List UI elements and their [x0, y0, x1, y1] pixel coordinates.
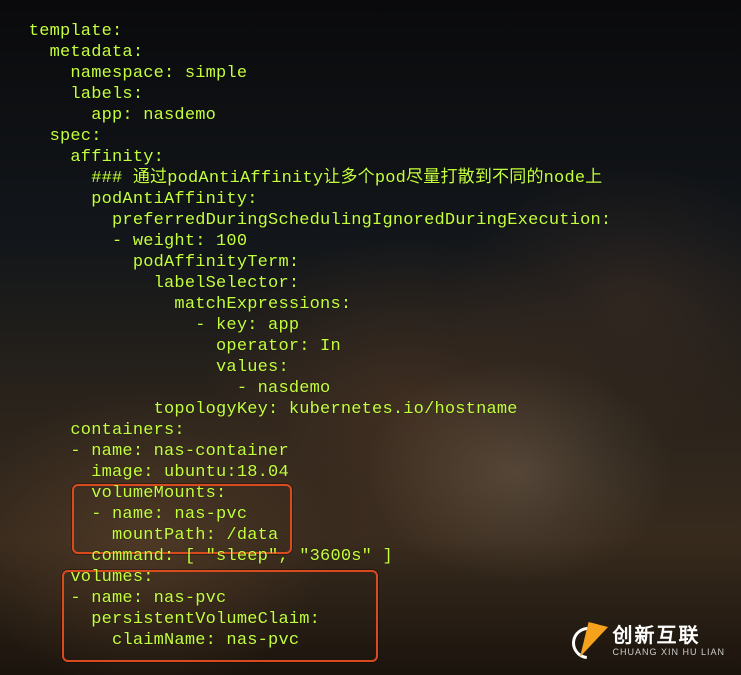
logo-mark-icon: [568, 623, 604, 659]
logo-text-cn: 创新互联: [612, 626, 725, 646]
watermark-logo: 创新互联 CHUANG XIN HU LIAN: [568, 623, 725, 659]
yaml-code-block: template: metadata: namespace: simple la…: [0, 17, 741, 659]
logo-text-en: CHUANG XIN HU LIAN: [612, 648, 725, 657]
